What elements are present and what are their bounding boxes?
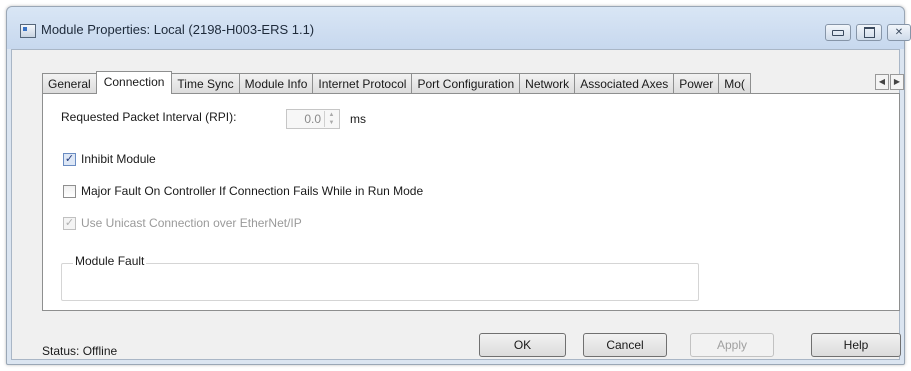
module-fault-legend: Module Fault [73, 254, 147, 268]
maximize-button[interactable] [856, 24, 882, 41]
unicast-label: Use Unicast Connection over EtherNet/IP [81, 216, 302, 230]
module-fault-group [61, 263, 699, 301]
tab-motion-truncated[interactable]: Mo( [718, 73, 751, 93]
tab-network[interactable]: Network [519, 73, 576, 93]
rpi-input[interactable]: 0.0 ▲ ▼ [286, 109, 340, 129]
tab-module-info[interactable]: Module Info [238, 73, 314, 93]
tab-strip: General Connection Time Sync Module Info… [42, 71, 751, 94]
major-fault-row[interactable]: Major Fault On Controller If Connection … [63, 184, 423, 198]
inhibit-module-row[interactable]: ✓ Inhibit Module [63, 152, 156, 166]
ok-button[interactable]: OK [479, 333, 566, 357]
tab-scroll-left-icon[interactable]: ◀ [875, 74, 889, 90]
unicast-row: ✓ Use Unicast Connection over EtherNet/I… [63, 216, 302, 230]
tab-associated-axes[interactable]: Associated Axes [574, 73, 675, 93]
rpi-label: Requested Packet Interval (RPI): [61, 110, 237, 124]
spin-down-icon[interactable]: ▼ [325, 119, 338, 127]
module-properties-dialog: Module Properties: Local (2198-H003-ERS … [6, 6, 911, 365]
apply-button[interactable]: Apply [690, 333, 774, 357]
rpi-value: 0.0 [304, 112, 321, 126]
tab-port-configuration[interactable]: Port Configuration [411, 73, 521, 93]
tab-internet-protocol[interactable]: Internet Protocol [312, 73, 413, 93]
cancel-button[interactable]: Cancel [583, 333, 667, 357]
rpi-unit: ms [350, 112, 366, 126]
unicast-checkbox: ✓ [63, 216, 76, 230]
tab-connection[interactable]: Connection [95, 71, 173, 94]
window-title: Module Properties: Local (2198-H003-ERS … [41, 22, 315, 37]
close-button[interactable]: ✕ [887, 24, 911, 41]
minimize-button[interactable] [825, 24, 851, 41]
status-bar: Status: Offline [42, 344, 117, 358]
close-icon: ✕ [894, 27, 904, 38]
app-icon [20, 24, 36, 38]
tab-scroll-right-icon[interactable]: ▶ [890, 74, 904, 90]
status-value: Offline [82, 344, 118, 358]
tab-power[interactable]: Power [673, 73, 720, 93]
spin-up-icon[interactable]: ▲ [325, 111, 338, 119]
help-button[interactable]: Help [811, 333, 901, 357]
tab-scroll-buttons: ◀ ▶ [874, 74, 904, 90]
tab-general[interactable]: General [42, 73, 97, 93]
major-fault-checkbox[interactable] [63, 184, 76, 198]
inhibit-module-label: Inhibit Module [81, 152, 156, 166]
rpi-spinner[interactable]: ▲ ▼ [324, 111, 338, 127]
status-label: Status: [42, 344, 80, 358]
title-bar[interactable]: Module Properties: Local (2198-H003-ERS … [7, 7, 911, 49]
tab-time-sync[interactable]: Time Sync [171, 73, 240, 93]
major-fault-label: Major Fault On Controller If Connection … [81, 184, 424, 198]
connection-tab-panel: Requested Packet Interval (RPI): 0.0 ▲ ▼… [42, 93, 900, 311]
maximize-icon [863, 27, 875, 38]
inhibit-module-checkbox[interactable]: ✓ [63, 152, 76, 166]
dialog-client-area: General Connection Time Sync Module Info… [11, 49, 904, 360]
minimize-icon [832, 29, 844, 36]
